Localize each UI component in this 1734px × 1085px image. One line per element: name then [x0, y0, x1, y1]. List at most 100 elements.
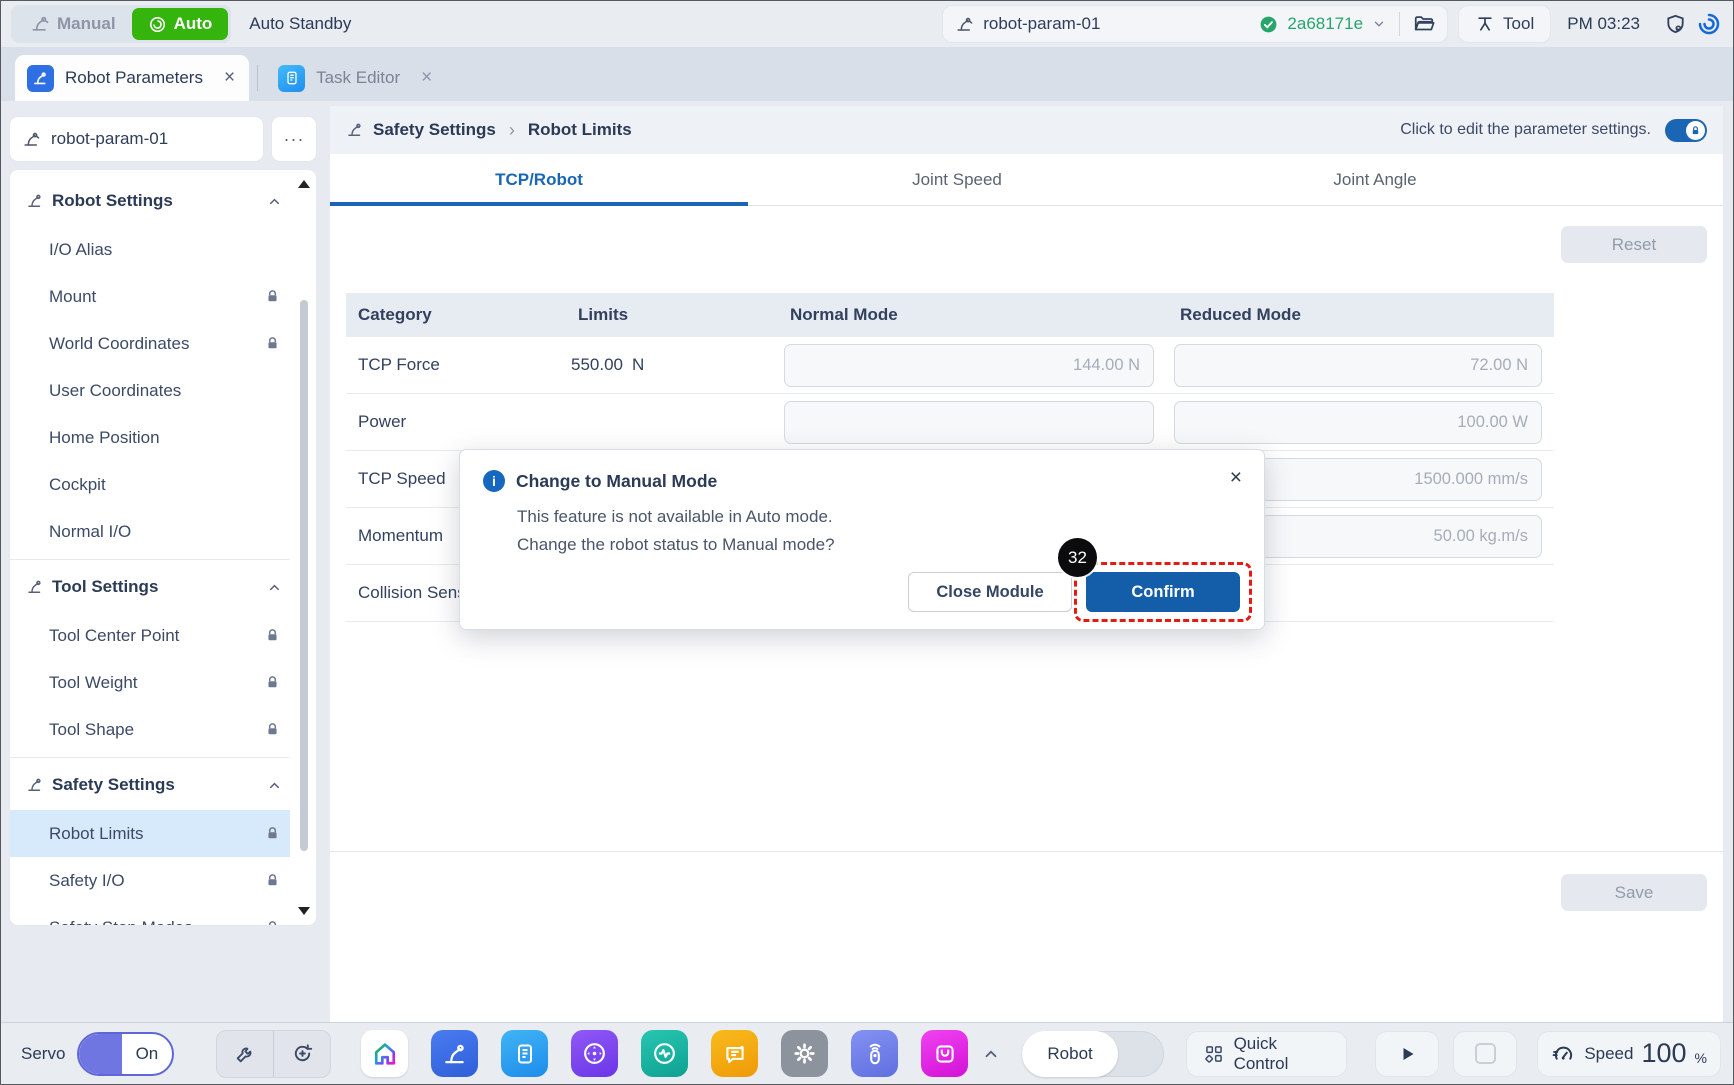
shopping-bag-icon	[932, 1041, 958, 1067]
servo-toggle[interactable]: On	[77, 1032, 173, 1076]
chevron-up-icon[interactable]	[267, 580, 282, 595]
settings-app-button[interactable]	[781, 1030, 828, 1077]
clock-text: PM 03:23	[1567, 14, 1640, 34]
dialog-message-line1: This feature is not available in Auto mo…	[517, 507, 833, 527]
edit-lock-toggle[interactable]	[1665, 119, 1707, 142]
store-app-button[interactable]	[921, 1030, 968, 1077]
save-button[interactable]: Save	[1561, 874, 1707, 911]
scrollbar-thumb[interactable]	[300, 300, 308, 851]
sidebar-item-mount[interactable]: Mount	[10, 273, 290, 320]
robot-arm-icon	[26, 578, 44, 596]
col-reduced-mode: Reduced Mode	[1166, 305, 1554, 325]
divider	[10, 757, 290, 758]
sync-button[interactable]	[273, 1031, 330, 1077]
mode-manual-button[interactable]: Manual	[14, 8, 132, 40]
tab-separator	[257, 65, 258, 91]
home-icon	[371, 1040, 399, 1068]
stop-button[interactable]	[1453, 1031, 1517, 1077]
wrench-icon	[234, 1043, 256, 1065]
close-tab-icon[interactable]: ×	[421, 67, 432, 89]
tab-joint-speed[interactable]: Joint Speed	[748, 154, 1166, 205]
tab-robot-parameters[interactable]: Robot Parameters ×	[15, 55, 249, 101]
tab-joint-angle[interactable]: Joint Angle	[1166, 154, 1584, 205]
chevron-up-icon[interactable]	[267, 778, 282, 793]
sidebar-item-tool-center-point[interactable]: Tool Center Point	[10, 612, 290, 659]
dock-collapse-icon[interactable]	[982, 1045, 1000, 1063]
sidebar-item-normal-io[interactable]: Normal I/O	[10, 508, 290, 555]
robot-arm-icon	[26, 776, 44, 794]
wrench-button[interactable]	[217, 1031, 274, 1077]
quick-control-button[interactable]: Quick Control	[1186, 1031, 1347, 1077]
home-app-button[interactable]	[361, 1030, 408, 1077]
item-label: Tool Shape	[49, 720, 134, 740]
normal-mode-input[interactable]: 144.00 N	[784, 344, 1154, 387]
shield-lock-icon[interactable]	[1664, 13, 1687, 36]
swirl-icon[interactable]	[1697, 12, 1721, 36]
robot-app-button[interactable]	[431, 1030, 478, 1077]
speedometer-icon	[1551, 1041, 1576, 1066]
section-tool-settings[interactable]: Tool Settings	[10, 562, 290, 612]
close-module-button[interactable]: Close Module	[908, 572, 1072, 612]
sidebar-item-io-alias[interactable]: I/O Alias	[10, 226, 290, 273]
breadcrumb-current: Robot Limits	[528, 120, 632, 140]
mode-auto-button[interactable]: Auto	[132, 8, 229, 40]
sidebar-item-robot-limits[interactable]: Robot Limits	[10, 810, 290, 857]
editor-tab-strip: Robot Parameters × Task Editor ×	[1, 47, 1733, 101]
tab-tcp-robot[interactable]: TCP/Robot	[330, 154, 748, 205]
section-title: Safety Settings	[52, 775, 175, 795]
task-app-button[interactable]	[501, 1030, 548, 1077]
sidebar-item-safety-stop-modes[interactable]: Safety Stop Modes	[10, 904, 290, 926]
sidebar-item-user-coordinates[interactable]: User Coordinates	[10, 367, 290, 414]
commit-id: 2a68171e	[1287, 14, 1363, 34]
manual-label: Manual	[57, 14, 116, 34]
play-button[interactable]	[1375, 1031, 1439, 1077]
sidebar-item-cockpit[interactable]: Cockpit	[10, 461, 290, 508]
reduced-mode-input[interactable]: 100.00 W	[1174, 401, 1542, 444]
section-robot-settings[interactable]: Robot Settings	[10, 176, 290, 226]
folder-open-icon[interactable]	[1413, 13, 1435, 35]
mode-toggle: Manual Auto	[11, 5, 231, 43]
robot-arm-icon	[346, 121, 364, 139]
speed-indicator[interactable]: Speed 100 %	[1537, 1031, 1721, 1077]
item-label: Mount	[49, 287, 96, 307]
tool-button[interactable]: Tool	[1458, 5, 1551, 43]
normal-mode-input[interactable]	[784, 401, 1154, 444]
dialog-title: Change to Manual Mode	[516, 471, 717, 492]
dialog-close-icon[interactable]: ×	[1230, 466, 1242, 490]
sidebar-item-safety-io[interactable]: Safety I/O	[10, 857, 290, 904]
annotation-step-badge: 32	[1058, 538, 1097, 577]
param-name-field[interactable]: robot-param-01	[9, 116, 264, 162]
limit-value: 550.00	[571, 355, 623, 375]
robot-arm-icon	[442, 1041, 468, 1067]
jog-app-button[interactable]	[571, 1030, 618, 1077]
breadcrumb-parent[interactable]: Safety Settings	[373, 120, 496, 140]
param-file-pill[interactable]: robot-param-01 2a68171e	[942, 5, 1448, 43]
sidebar-item-tool-shape[interactable]: Tool Shape	[10, 706, 290, 753]
remote-app-button[interactable]	[851, 1030, 898, 1077]
reset-button[interactable]: Reset	[1561, 226, 1707, 263]
pulse-icon	[651, 1040, 678, 1067]
tab-task-editor[interactable]: Task Editor ×	[266, 55, 446, 101]
section-safety-settings[interactable]: Safety Settings	[10, 760, 290, 810]
chevron-up-icon[interactable]	[267, 194, 282, 209]
close-tab-icon[interactable]: ×	[224, 67, 235, 89]
bottom-bar: Servo On	[1, 1022, 1733, 1084]
scroll-up-arrow[interactable]	[298, 180, 310, 188]
sidebar-item-home-position[interactable]: Home Position	[10, 414, 290, 461]
limit-unit: N	[632, 355, 644, 375]
message-app-button[interactable]	[711, 1030, 758, 1077]
play-icon	[1395, 1042, 1419, 1066]
section-title: Tool Settings	[52, 577, 158, 597]
sidebar-scrollbar[interactable]	[298, 178, 310, 917]
change-to-manual-mode-dialog: i Change to Manual Mode × This feature i…	[459, 449, 1265, 630]
monitoring-app-button[interactable]	[641, 1030, 688, 1077]
robot-mode-switch[interactable]: Robot	[1022, 1031, 1164, 1077]
task-editor-icon	[278, 65, 305, 92]
more-options-button[interactable]: ···	[271, 116, 317, 162]
sidebar-item-world-coordinates[interactable]: World Coordinates	[10, 320, 290, 367]
chevron-down-icon[interactable]	[1372, 17, 1386, 31]
scroll-down-arrow[interactable]	[298, 907, 310, 915]
reduced-mode-input[interactable]: 72.00 N	[1174, 344, 1542, 387]
sidebar-item-tool-weight[interactable]: Tool Weight	[10, 659, 290, 706]
speed-label: Speed	[1584, 1044, 1633, 1064]
